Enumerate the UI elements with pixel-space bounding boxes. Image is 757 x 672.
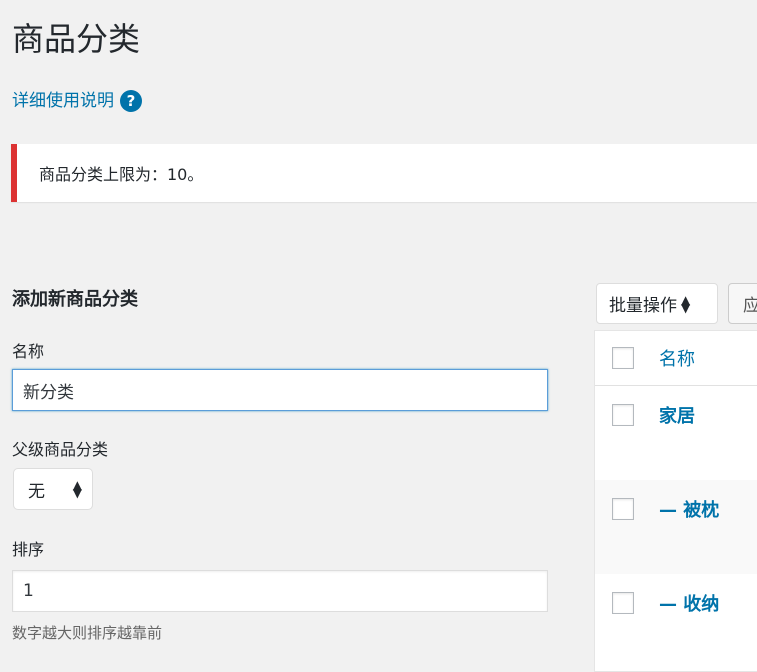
order-description: 数字越大则排序越靠前 [12, 624, 163, 642]
row-checkbox[interactable] [612, 498, 634, 520]
row-checkbox[interactable] [612, 404, 634, 426]
bulk-actions-label: 批量操作 [609, 296, 677, 316]
select-arrows-icon: ▲ ▼ [681, 292, 691, 315]
name-label: 名称 [12, 342, 45, 361]
select-all-checkbox[interactable] [612, 347, 634, 369]
parent-category-label: 父级商品分类 [12, 440, 109, 459]
notice-text: 商品分类上限为：10。 [39, 165, 204, 184]
order-label: 排序 [12, 540, 45, 559]
add-category-title: 添加新商品分类 [12, 289, 138, 310]
category-name-link[interactable]: — 收纳 [659, 590, 719, 616]
name-input[interactable] [12, 369, 548, 411]
bulk-actions-select[interactable]: 批量操作 ▲ ▼ [596, 283, 718, 324]
help-link[interactable]: 详细使用说明 ? [12, 88, 142, 114]
help-link-label: 详细使用说明 [12, 91, 114, 111]
row-checkbox[interactable] [612, 592, 634, 614]
category-name-link[interactable]: — 被枕 [659, 496, 719, 522]
help-icon[interactable]: ? [120, 90, 142, 112]
category-table: 名称 家居 — 被枕 — 收纳 [594, 330, 757, 672]
limit-notice: 商品分类上限为：10。 [11, 144, 757, 202]
table-row: — 被枕 [595, 480, 757, 574]
apply-button[interactable]: 应 [728, 283, 757, 324]
table-row: 家居 [595, 386, 757, 480]
select-arrows-icon: ▲ ▼ [72, 478, 82, 500]
column-name-header[interactable]: 名称 [659, 345, 695, 371]
order-input[interactable] [12, 570, 548, 612]
page-title: 商品分类 [12, 20, 141, 58]
parent-category-value: 无 [28, 481, 45, 502]
table-header: 名称 [595, 331, 757, 386]
category-name-link[interactable]: 家居 [659, 402, 695, 428]
parent-category-select[interactable]: 无 ▲ ▼ [13, 468, 93, 510]
